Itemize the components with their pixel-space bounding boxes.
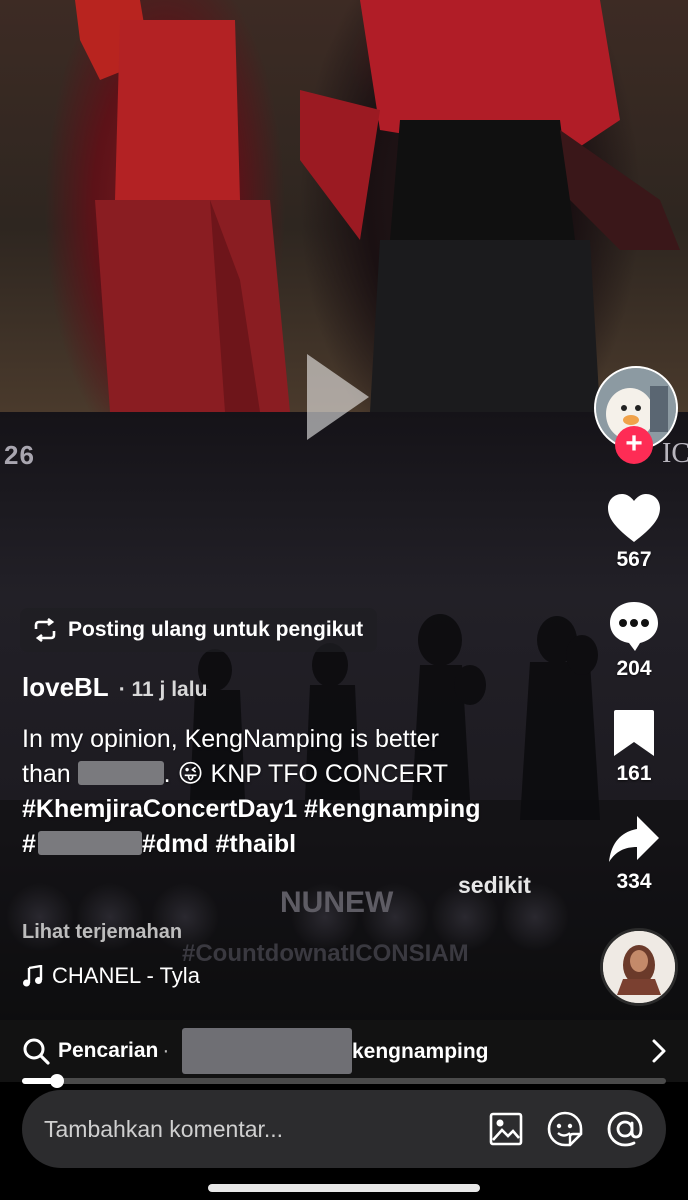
redacted-block — [182, 1028, 352, 1074]
repost-icon — [34, 618, 56, 642]
repost-label: Posting ulang untuk pengikut — [68, 618, 364, 641]
image-icon — [489, 1112, 523, 1146]
caption-line-2-start: than — [22, 760, 71, 788]
hashtag-rest: #dmd #thaibl — [141, 830, 297, 858]
bookmark-icon — [614, 710, 654, 756]
like-count: 567 — [616, 548, 652, 571]
save-button[interactable]: 161 — [594, 708, 674, 786]
video-player[interactable]: 26 IC NUNEW #CountdownatICONSIAM — [0, 0, 688, 1020]
caption-hashtags-line[interactable]: #KhemjiraConcertDay1 #kengnamping — [22, 792, 542, 827]
search-label: Pencarian — [58, 1039, 159, 1062]
search-term: kengnamping — [352, 1040, 489, 1063]
video-frame-number: 26 — [4, 440, 35, 470]
search-icon — [23, 1038, 50, 1065]
comment-button[interactable]: 204 — [594, 599, 674, 681]
save-count: 161 — [616, 762, 652, 785]
chevron-right-icon[interactable] — [650, 1038, 668, 1064]
play-icon[interactable] — [303, 350, 373, 444]
music-disc[interactable] — [600, 928, 678, 1006]
caption-line-1: In my opinion, KengNamping is better — [22, 725, 439, 753]
music-note-icon — [23, 965, 43, 987]
caption-line-2: than . 😜 KNP TFO CONCERT — [22, 757, 542, 792]
home-indicator — [208, 1184, 480, 1192]
video-progress-bar[interactable] — [22, 1074, 666, 1088]
share-icon — [609, 816, 659, 862]
music-disc-image — [603, 931, 675, 1003]
follow-button[interactable]: + — [615, 426, 653, 464]
comment-placeholder[interactable]: Tambahkan komentar... — [44, 1116, 488, 1143]
author-name[interactable]: loveBL — [22, 672, 109, 703]
mention-button[interactable] — [606, 1110, 644, 1148]
see-less-link[interactable]: sedikit — [458, 872, 531, 899]
hashtag-prefix: # — [22, 830, 36, 858]
video-overlay-hashtag: #CountdownatICONSIAM — [182, 940, 469, 967]
caption-hashtags-line-2[interactable]: # #dmd #thaibl — [22, 827, 542, 862]
caption-line-2-end: . 😜 KNP TFO CONCERT — [163, 760, 449, 788]
redacted-block — [77, 761, 164, 786]
post-time: · 11 j lalu — [118, 678, 208, 701]
translate-link[interactable]: Lihat terjemahan — [22, 921, 182, 944]
share-button[interactable]: 334 — [594, 814, 674, 894]
heart-icon — [608, 494, 660, 542]
search-separator: · — [162, 1039, 170, 1062]
redacted-block — [37, 831, 142, 856]
video-content-figures — [0, 0, 688, 1020]
emoji-button[interactable] — [546, 1110, 584, 1148]
author-row: loveBL · 11 j lalu — [22, 672, 207, 703]
video-overlay-name: NUNEW — [280, 886, 394, 919]
like-button[interactable]: 567 — [594, 492, 674, 572]
comment-input[interactable]: Tambahkan komentar... — [22, 1090, 666, 1168]
at-sign-icon — [607, 1111, 643, 1147]
image-button[interactable] — [488, 1111, 524, 1147]
video-caption: In my opinion, KengNamping is better tha… — [22, 722, 542, 862]
music-row[interactable]: CHANEL - Tyla — [22, 963, 200, 989]
repost-chip[interactable]: Posting ulang untuk pengikut — [20, 608, 378, 652]
video-progress-handle[interactable] — [50, 1074, 64, 1088]
share-count: 334 — [616, 870, 652, 893]
music-title: CHANEL - Tyla — [52, 963, 200, 988]
comment-count: 204 — [616, 657, 652, 680]
comment-icon — [610, 602, 658, 651]
emoji-icon — [547, 1111, 583, 1147]
